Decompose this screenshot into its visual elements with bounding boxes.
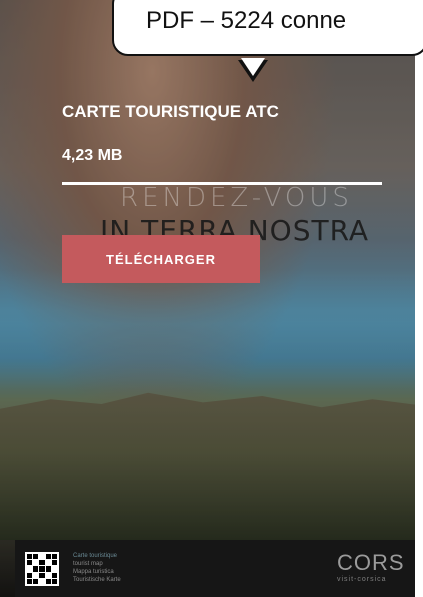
footer-line: Touristische Karte [73,577,121,583]
footer-line: Carte touristique [73,553,118,559]
image-overlay [0,0,423,597]
right-edge-strip [415,0,423,597]
cover-footer: Carte touristique tourist map Mappa turi… [15,540,415,597]
document-title: CARTE TOURISTIQUE ATC [62,102,279,121]
footer-caption: Carte touristique tourist map Mappa turi… [73,552,121,584]
title-divider [62,182,382,185]
download-card: RENDEZ-VOUS IN TERRA NOSTRA CARTE TOURIS… [0,0,423,597]
footer-line: Mappa turistica [73,569,114,575]
footer-brand-sub: visit-corsica [337,576,387,583]
qr-code-icon [25,552,59,586]
tooltip-line-2: PDF – 5224 conne [146,7,347,34]
tooltip-tail [241,58,265,76]
footer-line: tourist map [73,561,103,567]
footer-brand-logo: CORS [337,550,405,575]
download-button[interactable]: TÉLÉCHARGER [62,235,260,283]
info-tooltip: PDF – 5224 conne [112,0,423,56]
cover-tagline: RENDEZ-VOUS [120,183,353,213]
file-size: 4,23 MB [62,147,123,164]
